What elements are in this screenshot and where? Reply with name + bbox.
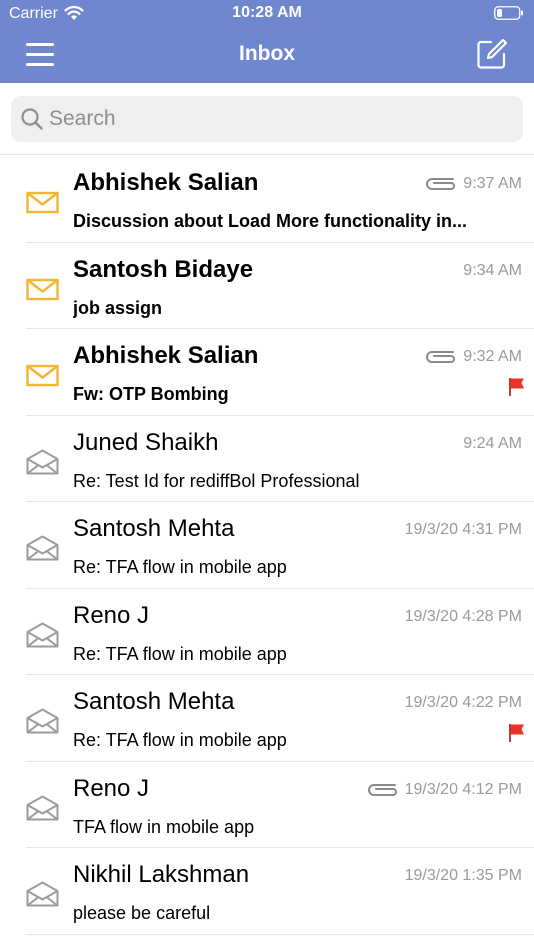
- flag-icon: [509, 378, 524, 396]
- mail-subject: job assign: [73, 297, 163, 318]
- sender-name: Nikhil Lakshman: [73, 861, 250, 888]
- mail-list-item[interactable]: Reno J Re: TFA flow in mobile app 19/3/20 …: [0, 589, 534, 675]
- sender-name: Juned Shaikh: [73, 428, 219, 456]
- search-box[interactable]: [11, 96, 523, 142]
- page-title: Inbox: [239, 42, 295, 65]
- mail-date: 19/3/20 4:22 PM: [404, 694, 522, 711]
- mail-date: 19/3/20 4:28 PM: [404, 607, 522, 625]
- mail-subject: Re: TFA flow in mobile app: [73, 643, 287, 664]
- mail-list-item[interactable]: Santosh Mehta Re: TFA flow in mobile app 1…: [0, 502, 534, 589]
- sender-name: Abhishek Salian: [73, 342, 259, 369]
- mail-date: 9:32 AM: [463, 348, 522, 365]
- envelope-closed-icon: [26, 278, 59, 300]
- compose-icon[interactable]: [474, 36, 510, 72]
- mail-subject: Fw: OTP Bombing: [73, 384, 229, 404]
- attachment-icon: [367, 783, 397, 796]
- sender-name: Santosh Mehta: [73, 688, 235, 715]
- sender-name: Santosh Bidaye: [73, 255, 254, 283]
- envelope-open-icon: [26, 795, 59, 820]
- search-input[interactable]: [49, 104, 509, 134]
- envelope-open-icon: [26, 535, 59, 561]
- mail-list-item[interactable]: Reno J TFA flow in mobile app 19/3/20 4:12…: [0, 762, 534, 848]
- battery-icon: [494, 6, 523, 20]
- sender-name: Reno J: [73, 601, 150, 629]
- mail-subject: Re: Test Id for rediffBol Professional: [73, 470, 360, 491]
- attachment-icon: [426, 351, 456, 363]
- sender-name: Santosh Mehta: [73, 515, 235, 542]
- mail-date: 9:34 AM: [463, 261, 522, 279]
- envelope-open-icon: [26, 881, 59, 907]
- envelope-closed-icon: [26, 364, 59, 387]
- mail-list-item[interactable]: Abhishek Salian Discussion about Load Mor…: [0, 156, 534, 243]
- attachment-icon: [426, 178, 456, 190]
- mail-date: 9:24 AM: [463, 434, 522, 452]
- nav-bar: Inbox: [0, 28, 534, 83]
- mail-list: Abhishek Salian Discussion about Load Mor…: [0, 156, 534, 935]
- sender-name: Reno J: [73, 774, 150, 802]
- mail-list-item[interactable]: Juned Shaikh Re: Test Id for rediffBol Pr…: [0, 416, 534, 502]
- envelope-open-icon: [26, 708, 59, 734]
- mail-subject: Re: TFA flow in mobile app: [73, 557, 287, 577]
- search-bar: [0, 83, 534, 155]
- mail-subject: please be careful: [73, 903, 211, 923]
- sender-name: Abhishek Salian: [73, 169, 259, 196]
- mail-date: 19/3/20 4:31 PM: [404, 521, 522, 538]
- mail-date: 19/3/20 1:35 PM: [404, 867, 522, 884]
- status-time: 10:28 AM: [232, 4, 302, 21]
- mail-list-item[interactable]: Abhishek Salian Fw: OTP Bombing 9:32 AM: [0, 329, 534, 416]
- mail-subject: Discussion about Load More functionality…: [73, 211, 468, 231]
- mail-subject: TFA flow in mobile app: [73, 816, 255, 837]
- mail-list-item[interactable]: Santosh Bidaye job assign 9:34 AM: [0, 243, 534, 329]
- envelope-open-icon: [26, 449, 59, 474]
- mail-subject: Re: TFA flow in mobile app: [73, 730, 287, 750]
- mail-date: 9:37 AM: [463, 175, 522, 192]
- envelope-closed-icon: [26, 191, 59, 214]
- app-header: Carrier 10:28 AM Inbox: [0, 0, 534, 83]
- row-divider: [26, 933, 534, 935]
- mail-date: 19/3/20 4:12 PM: [404, 780, 522, 798]
- envelope-open-icon: [26, 622, 59, 647]
- status-bar: Carrier 10:28 AM: [0, 0, 534, 28]
- mail-list-item[interactable]: Nikhil Lakshman please be careful 19/3/20 …: [0, 848, 534, 935]
- mail-list-item[interactable]: Santosh Mehta Re: TFA flow in mobile app 1…: [0, 675, 534, 762]
- flag-icon: [509, 724, 524, 742]
- search-icon: [21, 108, 43, 130]
